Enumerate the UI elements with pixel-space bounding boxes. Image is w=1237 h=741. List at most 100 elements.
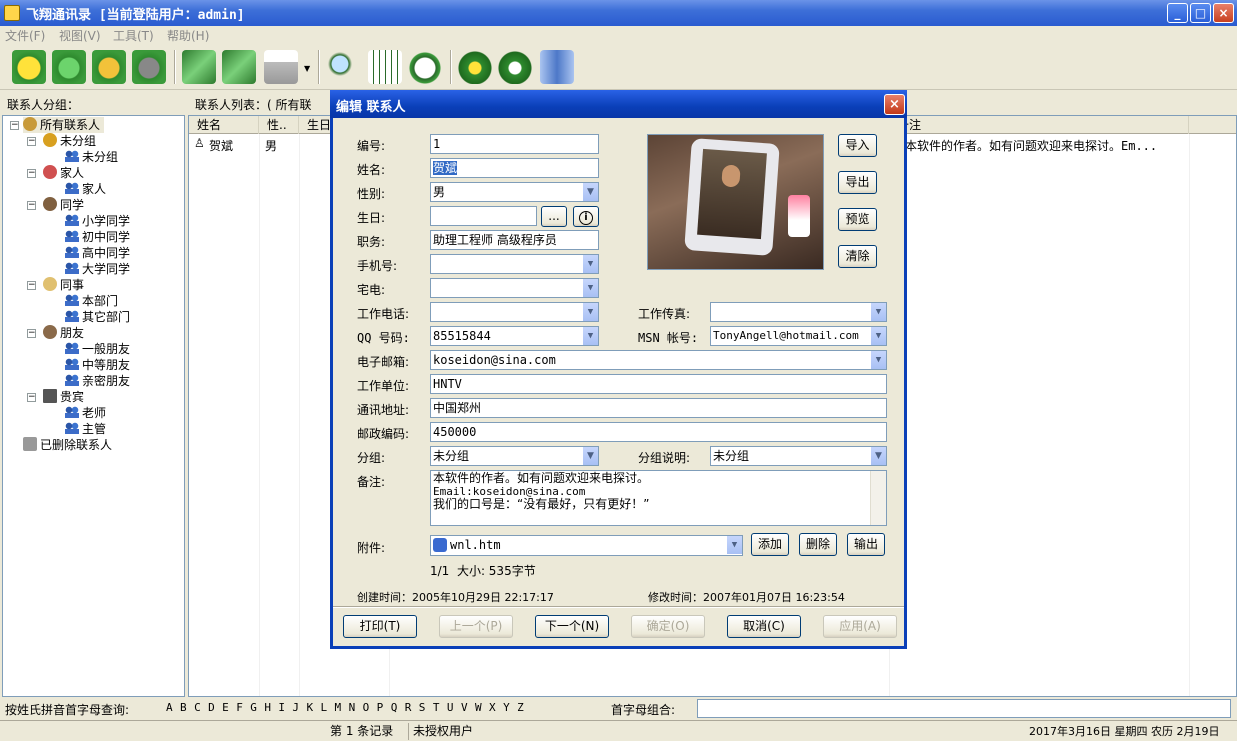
prev-button[interactable]: 上一个(P)	[439, 615, 513, 638]
ok-button[interactable]: 确定(O)	[631, 615, 705, 638]
group-desc-label: 分组说明:	[638, 451, 691, 465]
cancel-button[interactable]: 取消(C)	[727, 615, 801, 638]
chevron-down-icon: ▼	[582, 447, 598, 465]
col-name[interactable]: 姓名	[189, 116, 259, 134]
home-select[interactable]: ▼	[430, 278, 599, 298]
group-desc-select[interactable]: 未分组 ▼	[710, 446, 887, 466]
tree-item-mid-friends[interactable]: 中等朋友	[65, 357, 130, 373]
email-label: 电子邮箱:	[357, 355, 410, 369]
close-button[interactable]: ×	[1213, 3, 1234, 23]
alpha-letters[interactable]: A B C D E F G H I J K L M N O P Q R S T …	[166, 701, 524, 714]
job-field[interactable]: 助理工程师 高级程序员	[430, 230, 599, 250]
maximize-button[interactable]: □	[1190, 3, 1211, 23]
dialog-close-button[interactable]: ×	[884, 94, 905, 115]
tree-item-ungrouped[interactable]: 未分组	[43, 133, 96, 149]
print-button[interactable]: 打印(T)	[343, 615, 417, 638]
export-attach-button[interactable]: 输出	[847, 533, 885, 556]
mobile-select[interactable]: ▼	[430, 254, 599, 274]
company-field[interactable]: HNTV	[430, 374, 887, 394]
tree-item-family[interactable]: 家人	[43, 165, 84, 181]
tree-item-university[interactable]: 大学同学	[65, 261, 130, 277]
address-field[interactable]: 中国郑州	[430, 398, 887, 418]
export-photo-button[interactable]: 导出	[838, 171, 877, 194]
tree-item-normal-friends[interactable]: 一般朋友	[65, 341, 130, 357]
gear-icon[interactable]	[132, 50, 166, 84]
tree-item-vip[interactable]: 贵宾	[43, 389, 84, 405]
qq-select[interactable]: 85515844 ▼	[430, 326, 599, 346]
refresh-icon[interactable]	[52, 50, 86, 84]
tree-collapse-icon[interactable]: −	[27, 329, 36, 338]
note-textarea[interactable]: 本软件的作者。如有问题欢迎来电探讨。 Email:koseidon@sina.c…	[430, 470, 887, 526]
group-select[interactable]: 未分组 ▼	[430, 446, 599, 466]
tree-item-high[interactable]: 高中同学	[65, 245, 130, 261]
delete-attach-button[interactable]: 删除	[799, 533, 837, 556]
tree-item-dept[interactable]: 本部门	[65, 293, 118, 309]
minimize-button[interactable]: _	[1167, 3, 1188, 23]
id-field[interactable]: 1	[430, 134, 599, 154]
tree-item-middle[interactable]: 初中同学	[65, 229, 130, 245]
photo-frame	[647, 134, 824, 270]
tree-collapse-icon[interactable]: −	[27, 393, 36, 402]
tree-item-deleted[interactable]: 已删除联系人	[23, 437, 112, 453]
tree-collapse-icon[interactable]: −	[27, 201, 36, 210]
import-photo-button[interactable]: 导入	[838, 134, 877, 157]
tree-collapse-icon[interactable]: −	[27, 137, 36, 146]
tree-item-classmates[interactable]: 同学	[43, 197, 84, 213]
tree-item-close-friends[interactable]: 亲密朋友	[65, 373, 130, 389]
preview-photo-button[interactable]: 预览	[838, 208, 877, 231]
attach-select[interactable]: wnl.htm ▼	[430, 535, 743, 556]
col-note[interactable]: 备注	[889, 116, 1189, 134]
tree-item-friends[interactable]: 朋友	[43, 325, 84, 341]
mobile-label: 手机号:	[357, 259, 398, 273]
note-scrollbar[interactable]	[870, 471, 886, 525]
print-dropdown-icon[interactable]: ▼	[304, 64, 310, 73]
tree-item-other-dept[interactable]: 其它部门	[65, 309, 130, 325]
status-license: 未授权用户	[408, 723, 508, 740]
tree-collapse-icon[interactable]: −	[27, 169, 36, 178]
go-next-icon[interactable]	[222, 50, 256, 84]
birthday-label: 生日:	[357, 211, 386, 225]
tree-collapse-icon[interactable]: −	[10, 121, 19, 130]
birthday-picker-button[interactable]: ...	[541, 206, 567, 227]
tree-item-teacher[interactable]: 老师	[65, 405, 106, 421]
menu-tools[interactable]: 工具(T)	[113, 27, 154, 44]
combo-input[interactable]	[697, 699, 1231, 718]
exit-icon[interactable]	[540, 50, 574, 84]
email-select[interactable]: koseidon@sina.com ▼	[430, 350, 887, 370]
col-gender[interactable]: 性..	[259, 116, 299, 134]
birthday-field[interactable]	[430, 206, 537, 226]
add-attach-button[interactable]: 添加	[751, 533, 789, 556]
menu-file[interactable]: 文件(F)	[5, 27, 45, 44]
tree-item-primary[interactable]: 小学同学	[65, 213, 130, 229]
zip-field[interactable]: 450000	[430, 422, 887, 442]
clock-icon[interactable]	[408, 50, 442, 84]
calendar-icon[interactable]	[368, 50, 402, 84]
menu-view[interactable]: 视图(V)	[59, 27, 101, 44]
menu-bar: 文件(F) 视图(V) 工具(T) 帮助(H)	[0, 26, 1237, 44]
info-icon[interactable]	[498, 50, 532, 84]
clear-photo-button[interactable]: 清除	[838, 245, 877, 268]
tree-collapse-icon[interactable]: −	[27, 281, 36, 290]
msn-select[interactable]: TonyAngell@hotmail.com ▼	[710, 326, 887, 346]
next-button[interactable]: 下一个(N)	[535, 615, 609, 638]
tree-item-manager[interactable]: 主管	[65, 421, 106, 437]
apply-button[interactable]: 应用(A)	[823, 615, 897, 638]
tree-item-family-sub[interactable]: 家人	[65, 181, 106, 197]
delete-icon[interactable]	[92, 50, 126, 84]
workphone-select[interactable]: ▼	[430, 302, 599, 322]
smile-icon[interactable]	[12, 50, 46, 84]
tree-item-ungrouped-sub[interactable]: 未分组	[65, 149, 118, 165]
job-label: 职务:	[357, 235, 386, 249]
fax-select[interactable]: ▼	[710, 302, 887, 322]
menu-help[interactable]: 帮助(H)	[167, 27, 209, 44]
tree-item-all[interactable]: 所有联系人	[23, 117, 105, 133]
print-icon[interactable]	[264, 50, 298, 84]
dialog-divider	[333, 606, 904, 608]
go-forward-icon[interactable]	[182, 50, 216, 84]
info-button[interactable]: i	[573, 206, 599, 227]
gender-select[interactable]: 男 ▼	[430, 182, 599, 202]
help-icon[interactable]	[458, 50, 492, 84]
search-icon[interactable]	[326, 50, 360, 84]
name-field[interactable]: 贺斌	[430, 158, 599, 178]
tree-item-colleagues[interactable]: 同事	[43, 277, 84, 293]
